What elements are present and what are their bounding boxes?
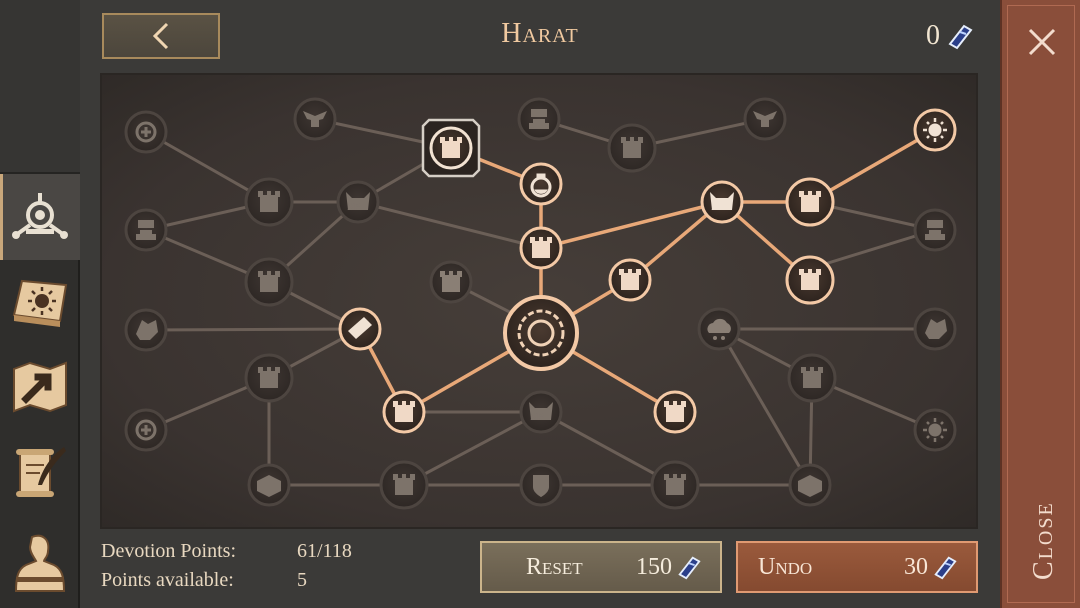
scroll-quill-icon	[16, 447, 66, 497]
unlocked-node-tower[interactable]	[785, 177, 835, 227]
devotion-points-value: 61/118	[297, 540, 352, 562]
sidebar	[0, 0, 80, 608]
reset-label: Reset	[526, 553, 583, 580]
tab-map[interactable]	[0, 344, 80, 430]
unlocked-node-tower-selected[interactable]	[421, 118, 481, 178]
locked-node-eagle[interactable]	[293, 97, 337, 141]
close-icon[interactable]	[1024, 24, 1060, 60]
page-title: Harat	[501, 18, 579, 49]
reset-button[interactable]: Reset 150	[480, 541, 722, 593]
locked-node-tower[interactable]	[650, 460, 700, 510]
locked-node-tower[interactable]	[244, 177, 294, 227]
shrine-icon	[12, 193, 68, 239]
gem-count: 0	[926, 20, 940, 51]
unlocked-node-tower[interactable]	[785, 255, 835, 305]
blue-gem-icon	[948, 24, 973, 50]
reset-cost: 150	[636, 554, 702, 581]
locked-node-helm[interactable]	[913, 208, 957, 252]
close-label: Close	[1028, 501, 1059, 580]
reset-cost-value: 150	[636, 553, 672, 580]
locked-node-tower[interactable]	[607, 123, 657, 173]
undo-cost: 30	[904, 554, 958, 581]
points-available-value: 5	[297, 569, 307, 591]
unlocked-node-sun[interactable]	[913, 108, 957, 152]
locked-node-shield[interactable]	[519, 463, 563, 507]
close-panel[interactable]: Close	[1000, 0, 1080, 608]
sidebar-header	[0, 0, 80, 174]
undo-cost-value: 30	[904, 553, 928, 580]
unlocked-node-sword[interactable]	[338, 307, 382, 351]
tab-codex[interactable]	[0, 258, 80, 344]
blue-gem-icon	[934, 556, 957, 580]
devotion-stats: Devotion Points: 61/118 Points available…	[101, 537, 352, 595]
locked-node-fist[interactable]	[913, 307, 957, 351]
locked-node-helm[interactable]	[517, 97, 561, 141]
blue-gem-icon	[678, 556, 701, 580]
tab-pantheon[interactable]	[0, 174, 80, 260]
locked-node-sun[interactable]	[913, 408, 957, 452]
undo-button[interactable]: Undo 30	[736, 541, 978, 593]
points-available-label: Points available:	[101, 569, 234, 591]
locked-node-tower[interactable]	[244, 353, 294, 403]
locked-node-plus[interactable]	[124, 110, 168, 154]
unlocked-node-tower[interactable]	[519, 226, 563, 270]
locked-node-tower[interactable]	[379, 460, 429, 510]
locked-node-tower[interactable]	[429, 260, 473, 304]
locked-node-fist[interactable]	[124, 308, 168, 352]
unlocked-node-potion[interactable]	[519, 162, 563, 206]
locked-node-xp[interactable]	[336, 180, 380, 224]
locked-node-cube[interactable]	[788, 463, 832, 507]
unlocked-node-tower[interactable]	[608, 258, 652, 302]
unlocked-node-xp[interactable]	[700, 180, 744, 224]
gem-counter: 0	[926, 20, 974, 52]
locked-node-helm[interactable]	[124, 208, 168, 252]
map-arrow-icon	[13, 361, 67, 413]
devotion-points-label: Devotion Points:	[101, 540, 237, 562]
header-bar: Harat 0	[80, 0, 1000, 72]
undo-label: Undo	[758, 553, 813, 580]
locked-node-cube[interactable]	[247, 463, 291, 507]
hero-silhouette-icon	[14, 534, 66, 592]
locked-node-eagle[interactable]	[743, 97, 787, 141]
sun-book-icon	[12, 279, 68, 327]
locked-node-cloud[interactable]	[697, 307, 741, 351]
skill-tree-canvas: XP	[124, 97, 957, 510]
locked-node-tower[interactable]	[244, 257, 294, 307]
unlocked-node-tower[interactable]	[653, 390, 697, 434]
locked-node-xp[interactable]	[519, 390, 563, 434]
skill-tree-board: XP	[100, 73, 978, 529]
tab-hero[interactable]	[0, 520, 80, 606]
locked-node-plus[interactable]	[124, 408, 168, 452]
locked-node-tower[interactable]	[787, 353, 837, 403]
unlocked-node-tower[interactable]	[382, 390, 426, 434]
center-sun-node[interactable]	[503, 295, 579, 371]
tab-quests[interactable]	[0, 430, 80, 516]
